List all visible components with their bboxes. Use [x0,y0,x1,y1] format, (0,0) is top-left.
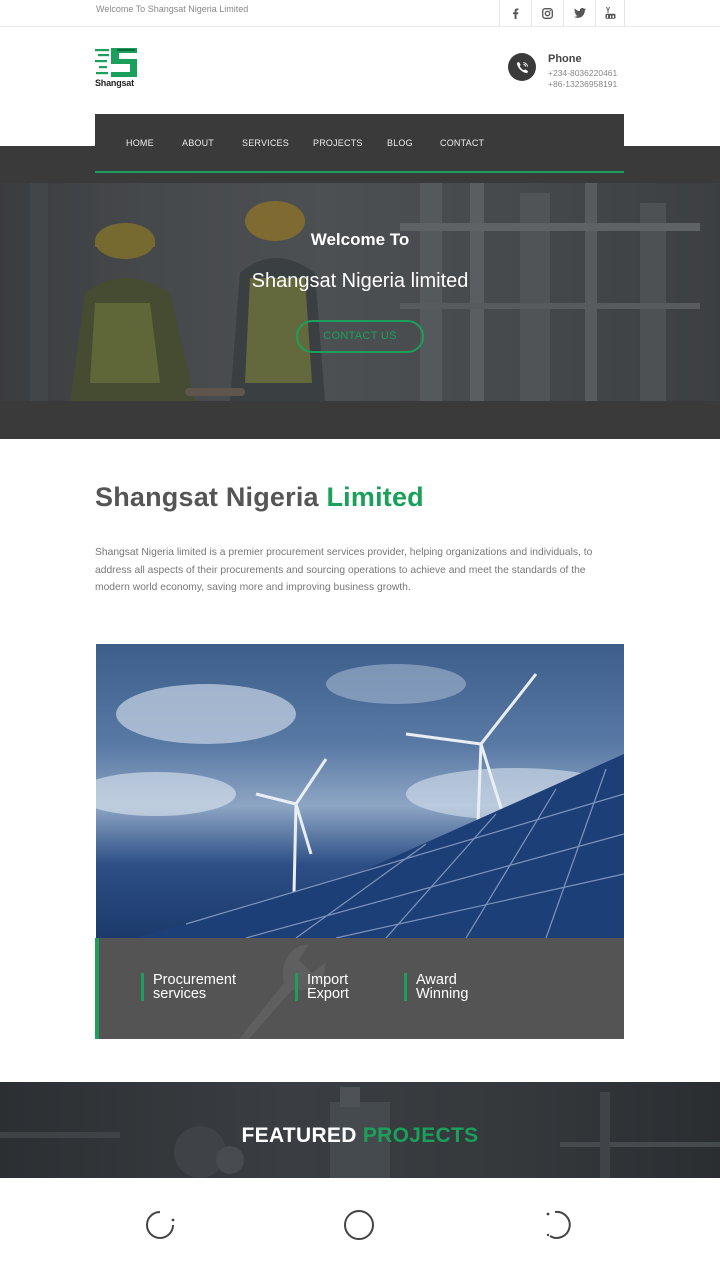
loading-spinner-icon [546,1210,571,1239]
logo[interactable]: Shangsat [95,46,141,92]
nav-item-blog[interactable]: BLOG [387,138,413,148]
logo-text: Shangsat [95,78,134,88]
hero-bottom-band [0,401,720,439]
stats-bar: Procurement services Import Export Award… [95,938,624,1039]
nav-item-services[interactable]: SERVICES [242,138,289,148]
about-title: Shangsat Nigeria Limited [95,482,424,513]
stat-award: Award Winning [404,973,468,1001]
phone-icon [508,53,536,81]
youtube-icon[interactable] [595,0,625,26]
nav-item-about[interactable]: ABOUT [182,138,214,148]
stat-procurement-line1: Procurement [153,972,237,988]
featured-projects-header: FEATURED PROJECTS [0,1082,720,1178]
social-links [499,0,625,26]
phone-number-cn[interactable]: +86-13236958191 [548,79,617,89]
featured-title: FEATURED PROJECTS [0,1124,720,1148]
twitter-icon[interactable] [563,0,595,26]
instagram-icon[interactable] [531,0,563,26]
nav-item-home[interactable]: HOME [126,138,154,148]
stat-import-line2: Export [307,986,349,1002]
facebook-icon[interactable] [499,0,531,26]
hero-title: Shangsat Nigeria limited [251,270,469,292]
stat-procurement: Procurement services [141,973,236,1001]
nav-item-contact[interactable]: CONTACT [440,138,484,148]
about-text: Shangsat Nigeria limited is a premier pr… [95,547,593,593]
about-title-main: Shangsat Nigeria [95,482,319,512]
contact-us-button[interactable]: CONTACT US [296,320,424,353]
top-bar: Welcome To Shangsat Nigeria Limited [0,0,720,27]
phone-label: Phone [548,53,582,65]
featured-title-main: FEATURED [241,1124,357,1147]
phone-number-ng[interactable]: +234-8036220461 [548,68,617,78]
hero-welcome: Welcome To [310,230,410,249]
loading-circle-icon [344,1210,374,1240]
nav-item-projects[interactable]: PROJECTS [313,138,363,148]
stat-procurement-line2: services [153,986,207,1002]
logo-mark-icon [95,48,137,77]
stat-import-export: Import Export [295,973,349,1001]
stat-award-line2: Winning [416,986,469,1002]
solar-wind-image [96,644,624,938]
featured-title-accent: PROJECTS [362,1124,479,1147]
about-title-accent: Limited [326,482,424,512]
stat-award-line1: Award [416,972,457,988]
hero-banner: Welcome To Shangsat Nigeria limited CONT… [0,183,720,401]
main-nav: HOME ABOUT SERVICES PROJECTS BLOG CONTAC… [95,114,624,173]
loading-spinner-icon [146,1211,175,1239]
solar-panels-illustration [96,664,624,938]
stat-import-line1: Import [307,972,349,988]
welcome-text: Welcome To Shangsat Nigeria Limited [96,4,249,14]
